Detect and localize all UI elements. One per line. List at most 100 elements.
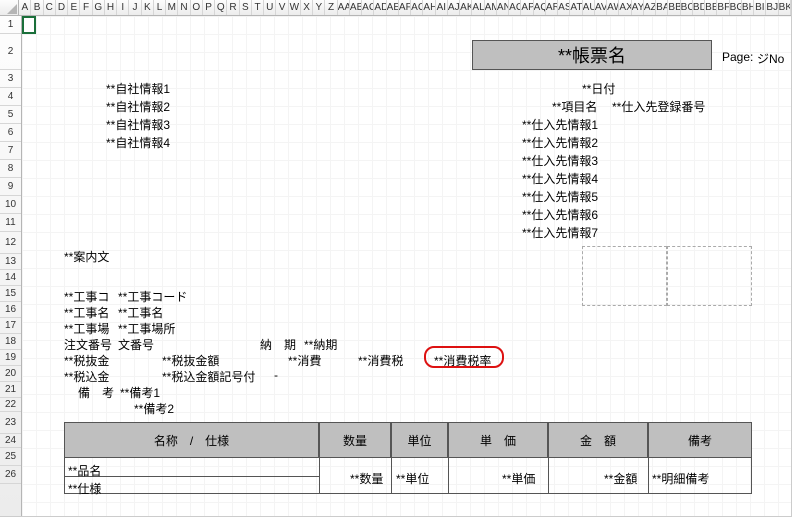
col-header-Z[interactable]: Z — [325, 0, 337, 15]
row-header-21[interactable]: 21 — [0, 382, 21, 398]
col-header-M[interactable]: M — [166, 0, 178, 15]
col-header-O[interactable]: O — [191, 0, 203, 15]
row-header-23[interactable]: 23 — [0, 412, 21, 434]
row-header-25[interactable]: 25 — [0, 448, 21, 466]
col-header-AN[interactable]: AN — [497, 0, 509, 15]
col-header-BE[interactable]: BE — [705, 0, 717, 15]
col-header-AO[interactable]: AO — [509, 0, 521, 15]
row-header-12[interactable]: 12 — [0, 232, 21, 254]
col-header-AZ[interactable]: AZ — [644, 0, 656, 15]
col-header-AF[interactable]: AF — [399, 0, 411, 15]
col-header-I[interactable]: I — [117, 0, 129, 15]
col-header-AH[interactable]: AH — [423, 0, 435, 15]
f18a: **税抜金 — [64, 352, 109, 369]
col-header-BH[interactable]: BH — [742, 0, 754, 15]
row-header-20[interactable]: 20 — [0, 366, 21, 382]
row-header-5[interactable]: 5 — [0, 106, 21, 124]
col-header-AV[interactable]: AV — [595, 0, 607, 15]
col-header-AG[interactable]: AG — [411, 0, 423, 15]
cell-grid[interactable]: **帳票名 Page: ジNo **自社情報1 **自社情報2 **自社情報3 … — [22, 16, 791, 516]
row-header-10[interactable]: 10 — [0, 196, 21, 214]
row-header-3[interactable]: 3 — [0, 70, 21, 88]
col-header-AR[interactable]: AR — [546, 0, 558, 15]
row-header-11[interactable]: 11 — [0, 214, 21, 232]
col-header-T[interactable]: T — [252, 0, 264, 15]
col-header-S[interactable]: S — [240, 0, 252, 15]
col-header-H[interactable]: H — [105, 0, 117, 15]
col-header-B[interactable]: B — [31, 0, 43, 15]
col-header-AJ[interactable]: AJ — [448, 0, 460, 15]
own-info-2: **自社情報2 — [106, 98, 170, 115]
col-header-W[interactable]: W — [289, 0, 301, 15]
column-header-row: ABCDEFGHIJKLMNOPQRSTUVWXYZAAABACADAEAFAG… — [0, 0, 791, 16]
col-header-AC[interactable]: AC — [362, 0, 374, 15]
row-header-8[interactable]: 8 — [0, 160, 21, 178]
col-header-K[interactable]: K — [142, 0, 154, 15]
col-header-X[interactable]: X — [301, 0, 313, 15]
col-header-C[interactable]: C — [44, 0, 56, 15]
col-header-BD[interactable]: BD — [693, 0, 705, 15]
col-header-Q[interactable]: Q — [215, 0, 227, 15]
col-header-AX[interactable]: AX — [619, 0, 631, 15]
col-header-AB[interactable]: AB — [350, 0, 362, 15]
col-header-BB[interactable]: BB — [668, 0, 680, 15]
row-header-24[interactable]: 24 — [0, 434, 21, 448]
col-header-BF[interactable]: BF — [717, 0, 729, 15]
row-header-7[interactable]: 7 — [0, 142, 21, 160]
col-header-AY[interactable]: AY — [632, 0, 644, 15]
row-header-19[interactable]: 19 — [0, 350, 21, 366]
row-header-6[interactable]: 6 — [0, 124, 21, 142]
col-header-V[interactable]: V — [276, 0, 288, 15]
row-header-18[interactable]: 18 — [0, 334, 21, 350]
col-header-F[interactable]: F — [80, 0, 92, 15]
col-header-J[interactable]: J — [129, 0, 141, 15]
col-header-AD[interactable]: AD — [374, 0, 386, 15]
col-header-AE[interactable]: AE — [387, 0, 399, 15]
item-name-label: **項目名 — [552, 98, 597, 115]
col-header-G[interactable]: G — [93, 0, 105, 15]
f17b: 文番号 — [118, 336, 154, 353]
row-header-14[interactable]: 14 — [0, 270, 21, 286]
hline-mid — [64, 476, 319, 477]
row-header-16[interactable]: 16 — [0, 302, 21, 318]
select-all-button[interactable] — [0, 0, 19, 15]
col-header-Y[interactable]: Y — [313, 0, 325, 15]
vendor-7: **仕入先情報7 — [522, 224, 598, 241]
col-header-E[interactable]: E — [68, 0, 80, 15]
col-header-AL[interactable]: AL — [472, 0, 484, 15]
col-header-N[interactable]: N — [178, 0, 190, 15]
row-header-17[interactable]: 17 — [0, 318, 21, 334]
row-header-15[interactable]: 15 — [0, 286, 21, 302]
f21a: **備考2 — [134, 400, 174, 417]
col-header-R[interactable]: R — [227, 0, 239, 15]
d26-name: **仕様 — [68, 480, 101, 497]
col-header-AI[interactable]: AI — [436, 0, 448, 15]
col-header-L[interactable]: L — [154, 0, 166, 15]
col-header-D[interactable]: D — [56, 0, 68, 15]
row-header-4[interactable]: 4 — [0, 88, 21, 106]
col-header-BC[interactable]: BC — [681, 0, 693, 15]
col-header-BG[interactable]: BG — [730, 0, 742, 15]
row-header-1[interactable]: 1 — [0, 16, 21, 34]
col-header-BA[interactable]: BA — [656, 0, 668, 15]
col-header-AM[interactable]: AM — [485, 0, 497, 15]
col-header-AK[interactable]: AK — [460, 0, 472, 15]
col-header-BI[interactable]: BI — [754, 0, 766, 15]
row-header-13[interactable]: 13 — [0, 254, 21, 270]
col-header-A[interactable]: A — [19, 0, 31, 15]
col-header-AS[interactable]: AS — [558, 0, 570, 15]
row-header-22[interactable]: 22 — [0, 398, 21, 412]
col-header-AU[interactable]: AU — [583, 0, 595, 15]
col-header-P[interactable]: P — [203, 0, 215, 15]
col-header-AW[interactable]: AW — [607, 0, 619, 15]
col-header-BK[interactable]: BK — [779, 0, 791, 15]
row-header-26[interactable]: 26 — [0, 466, 21, 484]
col-header-U[interactable]: U — [264, 0, 276, 15]
col-header-AP[interactable]: AP — [521, 0, 533, 15]
col-header-AT[interactable]: AT — [570, 0, 582, 15]
row-header-9[interactable]: 9 — [0, 178, 21, 196]
row-header-2[interactable]: 2 — [0, 34, 21, 70]
col-header-AA[interactable]: AA — [338, 0, 350, 15]
col-header-AQ[interactable]: AQ — [534, 0, 546, 15]
col-header-BJ[interactable]: BJ — [766, 0, 778, 15]
